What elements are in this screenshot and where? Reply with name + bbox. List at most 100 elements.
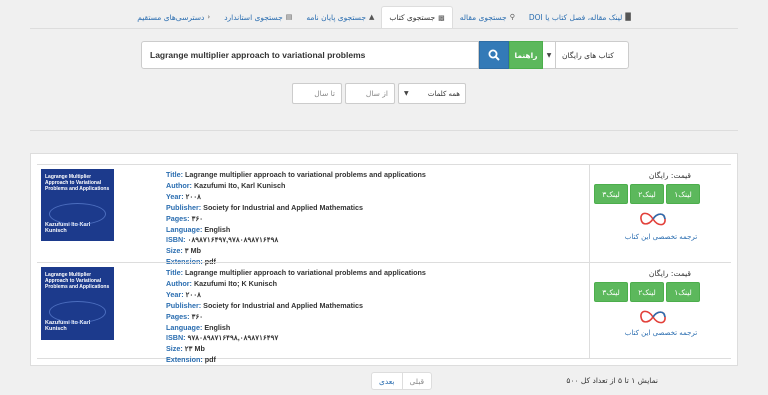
tab-label: لینک مقاله، فصل کتاب یا DOI <box>528 12 623 22</box>
book-publisher: Society for Industrial and Applied Mathe… <box>203 202 364 212</box>
filter-row: تا سال از سال ▼ همه کلمات <box>292 83 466 104</box>
book-metadata: Title: Lagrange multiplier approach to v… <box>166 268 576 366</box>
words-select[interactable]: ▼ همه کلمات <box>398 83 466 104</box>
author-label: Author: <box>166 180 192 190</box>
tab-book-search[interactable]: ▩ جستجوی کتاب <box>381 6 453 28</box>
result-row: Lagrange Multiplier Approach to Variatio… <box>37 164 731 266</box>
author-label: Author: <box>166 278 192 288</box>
size-label: Size: <box>166 246 183 256</box>
price-label: قیمت: رایگان <box>648 171 691 180</box>
words-select-label: همه کلمات <box>427 89 460 98</box>
help-button[interactable]: راهنما <box>509 41 543 69</box>
download-link-1[interactable]: لینک۱ <box>666 184 700 204</box>
cover-graphic <box>49 301 106 323</box>
book-pages: ۳۶۰ <box>191 311 204 321</box>
size-label: Size: <box>166 344 183 354</box>
book-year: ۲۰۰۸ <box>185 289 202 299</box>
search-input[interactable]: Lagrange multiplier approach to variatio… <box>141 41 479 69</box>
tab-label: دسترسی‌های مستقیم <box>137 12 205 22</box>
book-year: ۲۰۰۸ <box>185 191 202 201</box>
tab-label: جستجوی کتاب <box>389 13 436 22</box>
book-title: Lagrange multiplier approach to variatio… <box>185 268 426 277</box>
prev-page-button[interactable]: قبلی <box>401 372 433 390</box>
tab-label: جستجوی مقاله <box>459 12 507 22</box>
book-size: ۲۳ Mb <box>184 344 205 354</box>
book-isbn: ۰۸۹۸۷۱۶۴۹۷,۹۷۸۰۸۹۸۷۱۶۴۹۸ <box>187 235 279 245</box>
section-divider <box>30 130 738 131</box>
title-label: Title: <box>166 170 184 179</box>
pagination: بعدی قبلی <box>371 372 433 390</box>
pages-label: Pages: <box>166 311 190 321</box>
price-label: قیمت: رایگان <box>648 269 691 278</box>
next-page-button[interactable]: بعدی <box>371 372 402 390</box>
top-nav: █ لینک مقاله، فصل کتاب یا DOI ⚲ جستجوی مقا… <box>0 6 768 28</box>
cover-title: Lagrange Multiplier Approach to Variatio… <box>45 174 110 192</box>
book-pages: ۳۶۰ <box>191 213 204 223</box>
language-label: Language: <box>166 224 203 234</box>
cover-title: Lagrange Multiplier Approach to Variatio… <box>45 272 110 290</box>
tab-label: جستجوی استاندارد <box>224 12 283 22</box>
search-type-label: کتاب های رایگان <box>562 50 614 60</box>
publisher-label: Publisher: <box>166 202 202 212</box>
publisher-label: Publisher: <box>166 300 202 310</box>
isbn-label: ISBN: <box>166 333 186 343</box>
tab-doi-link[interactable]: █ لینک مقاله، فصل کتاب یا DOI <box>522 6 638 28</box>
download-links: لینک۳ لینک۲ لینک۱ <box>594 282 700 302</box>
download-link-3[interactable]: لینک۳ <box>594 282 628 302</box>
search-icon: ⚲ <box>509 13 515 21</box>
search-type-select[interactable]: کتاب های رایگان <box>555 41 629 69</box>
book-extension: pdf <box>204 355 216 365</box>
search-button[interactable] <box>479 41 509 69</box>
book-isbn: ۹۷۸۰۸۹۸۷۱۶۴۹۸,۰۸۹۸۷۱۶۴۹۷ <box>187 333 279 343</box>
result-row: Lagrange Multiplier Approach to Variatio… <box>37 262 731 364</box>
translate-book-link[interactable]: ترجمه تخصصی این کتاب <box>590 329 732 337</box>
year-label: Year: <box>166 191 184 201</box>
book-language: English <box>204 322 231 332</box>
download-panel: قیمت: رایگان لینک۳ لینک۲ لینک۱ ترجمه تخص… <box>589 263 731 358</box>
to-year-input[interactable]: تا سال <box>292 83 342 104</box>
from-year-input[interactable]: از سال <box>345 83 395 104</box>
tab-label: جستجوی پایان نامه <box>306 12 366 22</box>
pages-label: Pages: <box>166 213 190 223</box>
book-cover[interactable]: Lagrange Multiplier Approach to Variatio… <box>41 267 114 340</box>
translate-book-link[interactable]: ترجمه تخصصی این کتاب <box>590 233 732 241</box>
language-label: Language: <box>166 322 203 332</box>
book-title: Lagrange multiplier approach to variatio… <box>185 170 426 179</box>
book-author: Kazufumi Ito, Karl Kunisch <box>193 180 286 190</box>
chevron-left-icon: ‹ <box>207 13 211 21</box>
caret-down-icon: ▼ <box>546 51 552 59</box>
book-icon: ▩ <box>438 13 445 22</box>
book-language: English <box>204 224 231 234</box>
book-icon: █ <box>625 13 631 21</box>
download-link-2[interactable]: لینک۲ <box>630 282 664 302</box>
download-link-1[interactable]: لینک۱ <box>666 282 700 302</box>
search-bar: Lagrange multiplier approach to variatio… <box>141 41 629 69</box>
book-author: Kazufumi Ito; K Kunisch <box>193 278 278 288</box>
search-icon <box>488 49 500 61</box>
tab-direct-access[interactable]: ‹ دسترسی‌های مستقیم <box>130 6 217 28</box>
title-label: Title: <box>166 268 184 277</box>
tab-article-search[interactable]: ⚲ جستجوی مقاله <box>453 6 522 28</box>
isbn-label: ISBN: <box>166 235 186 245</box>
caret-down-icon: ▼ <box>404 90 409 97</box>
extension-label: Extension: <box>166 355 203 365</box>
tab-thesis-search[interactable]: ▲ جستجوی پایان نامه <box>299 6 381 28</box>
download-link-2[interactable]: لینک۲ <box>630 184 664 204</box>
book-size: ۳ Mb <box>184 246 202 256</box>
document-icon: ▤ <box>285 13 293 21</box>
translation-logo-icon <box>640 212 666 226</box>
year-label: Year: <box>166 289 184 299</box>
book-metadata: Title: Lagrange multiplier approach to v… <box>166 170 576 268</box>
results-summary: نمایش ۱ تا ۵ از تعداد کل ۵۰۰ <box>566 376 658 385</box>
book-publisher: Society for Industrial and Applied Mathe… <box>203 300 364 310</box>
download-links: لینک۳ لینک۲ لینک۱ <box>594 184 700 204</box>
tab-standard-search[interactable]: ▤ جستجوی استاندارد <box>217 6 299 28</box>
results-panel: Lagrange Multiplier Approach to Variatio… <box>30 153 738 366</box>
download-panel: قیمت: رایگان لینک۳ لینک۲ لینک۱ ترجمه تخص… <box>589 165 731 262</box>
download-link-3[interactable]: لینک۳ <box>594 184 628 204</box>
book-cover[interactable]: Lagrange Multiplier Approach to Variatio… <box>41 169 114 241</box>
search-type-toggle[interactable]: ▼ <box>543 41 555 69</box>
graduation-cap-icon: ▲ <box>368 13 375 21</box>
nav-divider <box>30 28 738 29</box>
translation-logo-icon <box>640 310 666 324</box>
